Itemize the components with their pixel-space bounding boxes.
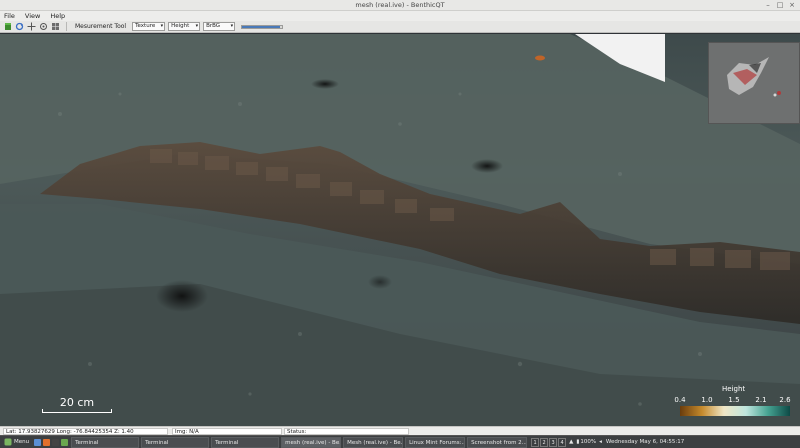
- mesh-viewport[interactable]: 20 cm Height 0.4 1.0 1.5 2.1 2.6: [0, 34, 800, 426]
- taskbar-item[interactable]: Linux Mint Forums:...: [405, 436, 466, 448]
- taskbar-item[interactable]: Screenshot from 2...: [467, 436, 528, 448]
- terminal-icon[interactable]: [52, 438, 60, 446]
- battery-icon[interactable]: ▮: [576, 439, 579, 445]
- colorby-select-value: Height: [171, 23, 190, 29]
- workspace-button[interactable]: 1: [531, 437, 540, 447]
- workspace-button[interactable]: 4: [558, 437, 567, 447]
- slider-fill: [242, 25, 281, 28]
- refresh-icon[interactable]: [15, 22, 24, 31]
- menu-file[interactable]: File: [4, 12, 15, 20]
- grid-icon[interactable]: [51, 22, 60, 31]
- colorby-select[interactable]: Height ▾: [168, 22, 201, 31]
- show-desktop-icon[interactable]: [34, 438, 42, 446]
- menu-bar: File View Help: [0, 11, 800, 21]
- chevron-down-icon: ▾: [230, 23, 234, 29]
- taskbar: Menu Terminal Terminal Terminal mesh (re…: [0, 435, 800, 448]
- colorbar-tick: 1.0: [701, 396, 713, 404]
- crosshair-icon[interactable]: [27, 22, 36, 31]
- taskbar-item[interactable]: Terminal: [211, 436, 280, 448]
- colorbar-tick: 1.5: [728, 396, 740, 404]
- open-file-icon[interactable]: [3, 22, 12, 31]
- window-title: mesh (real.ive) - BenthicQT: [355, 1, 445, 9]
- mint-logo-icon: [4, 438, 12, 446]
- firefox-icon[interactable]: [43, 438, 51, 446]
- status-readout: Status:: [284, 428, 409, 435]
- seafloor-mesh-render: [0, 34, 800, 426]
- toolbar-separator: [66, 22, 67, 31]
- colorbar-tick: 0.4: [674, 396, 686, 404]
- network-icon[interactable]: ▲: [569, 439, 573, 445]
- menu-view[interactable]: View: [25, 12, 40, 20]
- close-icon[interactable]: ×: [788, 1, 796, 9]
- target-icon[interactable]: [39, 22, 48, 31]
- maximize-icon[interactable]: □: [776, 1, 784, 9]
- taskbar-item-active[interactable]: mesh (real.ive) - Be...: [281, 436, 342, 448]
- volume-icon[interactable]: ◂: [599, 439, 602, 445]
- scale-bar-line: [42, 409, 112, 413]
- workspace-button[interactable]: 2: [540, 437, 549, 447]
- colorbar-title: Height: [722, 385, 746, 393]
- overview-minimap[interactable]: [708, 42, 800, 124]
- status-bar: Lat: 17.93827629 Long: -76.84425354 Z: 1…: [0, 426, 800, 435]
- scale-bar-label: 20 cm: [59, 396, 95, 409]
- coordinates-readout: Lat: 17.93827629 Long: -76.84425354 Z: 1…: [3, 428, 168, 435]
- texture-select[interactable]: Texture ▾: [132, 22, 166, 31]
- clock[interactable]: Wednesday May 6, 04:55:17: [606, 439, 684, 445]
- colormap-select-value: BrBG: [206, 23, 221, 29]
- workspace-button[interactable]: 3: [549, 437, 558, 447]
- chevron-down-icon: ▾: [160, 23, 164, 29]
- toolbar: Mesurement Tool Texture ▾ Height ▾ BrBG …: [0, 21, 800, 33]
- battery-percent: 100%: [580, 439, 597, 445]
- texture-select-value: Texture: [135, 23, 156, 29]
- colorbar-tick: 2.1: [755, 396, 767, 404]
- measurement-tool-label[interactable]: Mesurement Tool: [75, 23, 126, 30]
- taskbar-item[interactable]: Mesh (real.ive) - Be...: [343, 436, 404, 448]
- title-bar: mesh (real.ive) - BenthicQT – □ ×: [0, 0, 800, 11]
- files-icon[interactable]: [61, 438, 69, 446]
- colorbar-tick: 2.6: [779, 396, 791, 404]
- opacity-slider[interactable]: [241, 24, 284, 29]
- taskbar-item[interactable]: Terminal: [141, 436, 210, 448]
- start-menu-button[interactable]: Menu: [0, 436, 33, 448]
- colorbar-ramp: [680, 406, 790, 416]
- taskbar-item[interactable]: Terminal: [71, 436, 140, 448]
- colormap-select[interactable]: BrBG ▾: [203, 22, 236, 31]
- scale-bar: 20 cm: [42, 396, 112, 413]
- image-readout: Img: N/A: [172, 428, 282, 435]
- minimap-mesh-thumbnail: [727, 57, 781, 97]
- menu-help[interactable]: Help: [50, 12, 65, 20]
- chevron-down-icon: ▾: [195, 23, 199, 29]
- minimize-icon[interactable]: –: [764, 1, 772, 9]
- start-menu-label: Menu: [14, 439, 30, 445]
